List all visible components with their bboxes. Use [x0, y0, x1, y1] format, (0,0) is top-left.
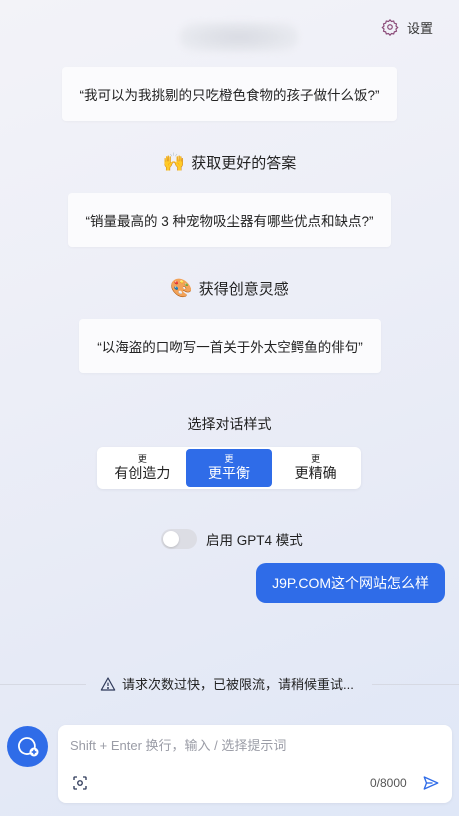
style-selector-label: 选择对话样式: [187, 416, 272, 432]
prompt-suggestion-card[interactable]: “销量最高的 3 种宠物吸尘器有哪些优点和缺点?”: [68, 193, 391, 247]
prompt-suggestion-card[interactable]: “以海盗的口吻写一首关于外太空鳄鱼的俳句”: [79, 319, 381, 373]
section-title-text: 获得创意灵感: [198, 280, 289, 298]
gpt4-mode-row: 启用 GPT4 模式: [161, 529, 303, 549]
character-counter: 0/8000: [370, 776, 407, 790]
settings-button[interactable]: 设置: [381, 17, 433, 37]
artist-palette-icon: 🎨: [170, 277, 193, 299]
warning-text: 请求次数过快，已被限流，请稍候重试...: [122, 677, 354, 692]
warning-triangle-icon: [100, 676, 116, 691]
conversation-style-selector: 更 有创造力 更 更平衡 更 更精确: [97, 447, 361, 489]
rate-limit-warning: 请求次数过快，已被限流，请稍候重试...: [100, 674, 354, 693]
new-chat-icon: [17, 736, 38, 756]
style-option-precise[interactable]: 更 更精确: [272, 449, 359, 487]
section-title-text: 获取更好的答案: [191, 154, 297, 172]
divider-right: [372, 684, 459, 685]
message-input[interactable]: [70, 735, 440, 763]
prompt-suggestion-text: “我可以为我挑剔的只吃橙色食物的孩子做什么饭?”: [79, 88, 380, 103]
prompt-suggestion-card[interactable]: “我可以为我挑剔的只吃橙色食物的孩子做什么饭?”: [62, 67, 397, 121]
style-option-prefix: 更: [137, 454, 147, 464]
section-title-better-answers: 🙌 获取更好的答案: [0, 150, 459, 174]
prompt-suggestion-text: “以海盗的口吻写一首关于外太空鳄鱼的俳句”: [97, 340, 363, 355]
send-icon[interactable]: [422, 774, 440, 792]
style-option-balanced[interactable]: 更 更平衡: [185, 449, 273, 487]
style-option-label: 有创造力: [114, 465, 171, 481]
toggle-knob: [163, 531, 179, 547]
blurred-page-title: [180, 22, 298, 52]
prompt-suggestion-text: “销量最高的 3 种宠物吸尘器有哪些优点和缺点?”: [85, 214, 374, 229]
style-option-creative[interactable]: 更 有创造力: [99, 449, 186, 487]
section-title-creative: 🎨 获得创意灵感: [0, 276, 459, 300]
gear-icon: [381, 18, 399, 36]
new-chat-button[interactable]: [7, 726, 48, 767]
raising-hands-icon: 🙌: [162, 151, 186, 173]
user-message-bubble: J9P.COM这个网站怎么样: [256, 563, 445, 603]
settings-label: 设置: [406, 20, 433, 36]
gpt4-toggle[interactable]: [161, 529, 197, 549]
message-input-box: 0/8000: [58, 725, 452, 803]
style-option-label: 更精确: [294, 465, 337, 481]
style-option-label: 更平衡: [208, 465, 250, 481]
style-option-prefix: 更: [311, 454, 321, 464]
divider-left: [0, 684, 86, 685]
scan-icon[interactable]: [71, 774, 89, 792]
user-message-text: J9P.COM这个网站怎么样: [272, 575, 429, 591]
gpt4-mode-label: 启用 GPT4 模式: [206, 533, 303, 548]
style-option-prefix: 更: [224, 454, 234, 464]
